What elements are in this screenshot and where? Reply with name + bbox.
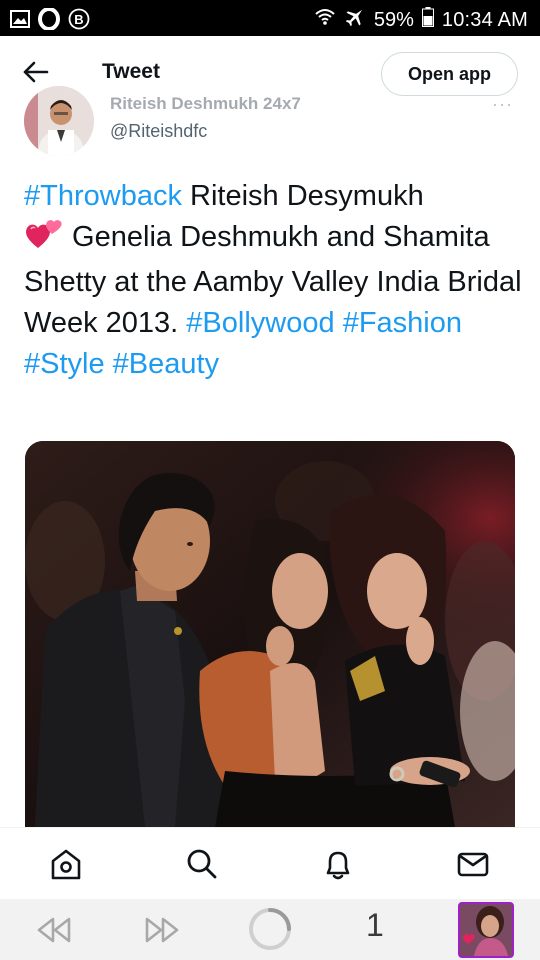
tab-thumbnail[interactable] <box>458 902 514 958</box>
browser-forward-icon[interactable] <box>142 915 182 950</box>
tweet-text-part: Riteish Desymukh <box>181 180 424 212</box>
messages-icon[interactable] <box>455 846 491 882</box>
hashtag-style[interactable]: #Style <box>24 348 105 380</box>
tweet-text: #Throwback Riteish Desymukh Genelia Desh… <box>24 176 524 385</box>
open-app-button[interactable]: Open app <box>381 52 518 96</box>
loading-icon[interactable] <box>247 906 293 957</box>
back-arrow-icon[interactable] <box>22 60 50 84</box>
browser-nav-bar: 1 <box>0 899 540 960</box>
hashtag-beauty[interactable]: #Beauty <box>113 348 219 380</box>
battery-percent: 59% <box>373 8 414 31</box>
airplane-icon <box>344 6 366 34</box>
hashtag-fashion[interactable]: #Fashion <box>343 307 462 339</box>
svg-text:B: B <box>74 12 83 27</box>
bottom-tab-bar <box>0 827 540 899</box>
search-icon[interactable] <box>184 846 220 882</box>
wifi-icon <box>314 7 336 33</box>
page-title: Tweet <box>102 60 160 83</box>
notifications-icon[interactable] <box>320 846 356 882</box>
b-icon: B <box>68 8 90 35</box>
tweet-photo[interactable] <box>25 441 515 827</box>
author-handle[interactable]: @Riteishdfc <box>110 121 207 142</box>
home-icon[interactable] <box>48 846 84 882</box>
tab-count[interactable]: 1 <box>366 907 384 944</box>
author-name[interactable]: Riteish Deshmukh 24x7 <box>110 94 301 114</box>
clock: 10:34 AM <box>441 8 528 31</box>
more-options-icon[interactable]: ··· <box>492 94 513 115</box>
hashtag-throwback[interactable]: #Throwback <box>24 180 182 212</box>
avatar[interactable] <box>24 86 94 156</box>
opera-icon <box>38 7 60 35</box>
two-hearts-icon <box>24 218 64 262</box>
status-bar: B 59% 10:34 AM <box>0 0 540 36</box>
battery-icon <box>421 7 434 33</box>
gallery-icon <box>10 10 30 33</box>
hashtag-bollywood[interactable]: #Bollywood <box>186 307 334 339</box>
browser-back-icon[interactable] <box>34 915 74 950</box>
